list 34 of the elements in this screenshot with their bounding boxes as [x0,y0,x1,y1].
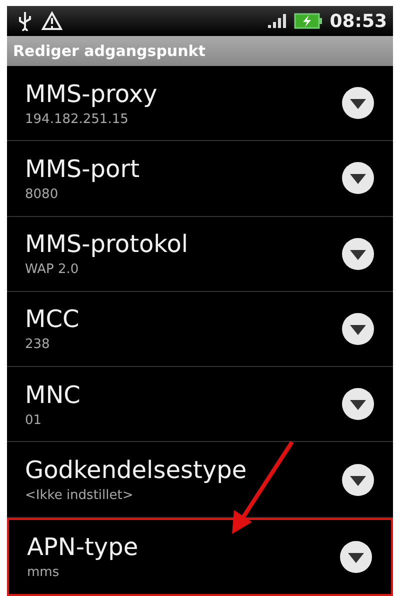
dropdown-icon[interactable] [341,86,375,120]
setting-item[interactable]: MMS-protokol WAP 2.0 [7,216,393,292]
setting-value: 194.182.251.15 [25,112,130,127]
setting-title: MMS-proxy [25,80,158,108]
setting-value: mms [27,565,60,580]
dropdown-icon[interactable] [341,462,375,497]
setting-item[interactable]: MMS-proxy 194.182.251.15 [7,66,393,142]
setting-title: Godkendelsestype [25,456,248,484]
setting-item[interactable]: MNC 01 [7,367,393,442]
usb-icon [17,11,33,31]
warning-icon [41,11,63,31]
screen-title: Rediger adgangspunkt [13,42,206,60]
signal-icon [268,14,286,28]
setting-title: MNC [25,380,82,409]
battery-charging-icon [294,13,322,29]
setting-title: MMS-protokol [25,230,190,258]
dropdown-icon[interactable] [339,540,373,574]
setting-item[interactable]: Godkendelsestype <Ikke indstillet> [7,442,393,518]
clock-time: 08:53 [330,10,387,32]
setting-value: 238 [25,337,51,352]
setting-item[interactable]: MMS-port 8080 [7,141,393,217]
setting-value: 01 [25,412,43,428]
setting-item[interactable]: APN-type mms [7,518,393,596]
dropdown-icon[interactable] [341,387,375,422]
setting-value: <Ikke indstillet> [25,488,134,504]
setting-item[interactable]: MCC 238 [7,292,393,368]
setting-title: MCC [25,305,80,334]
dropdown-icon[interactable] [341,312,375,346]
setting-value: WAP 2.0 [25,262,80,278]
setting-value: 8080 [25,186,60,202]
dropdown-icon[interactable] [341,236,375,271]
setting-title: APN-type [27,533,140,562]
dropdown-icon[interactable] [341,161,375,196]
setting-title: MMS-port [25,154,141,183]
